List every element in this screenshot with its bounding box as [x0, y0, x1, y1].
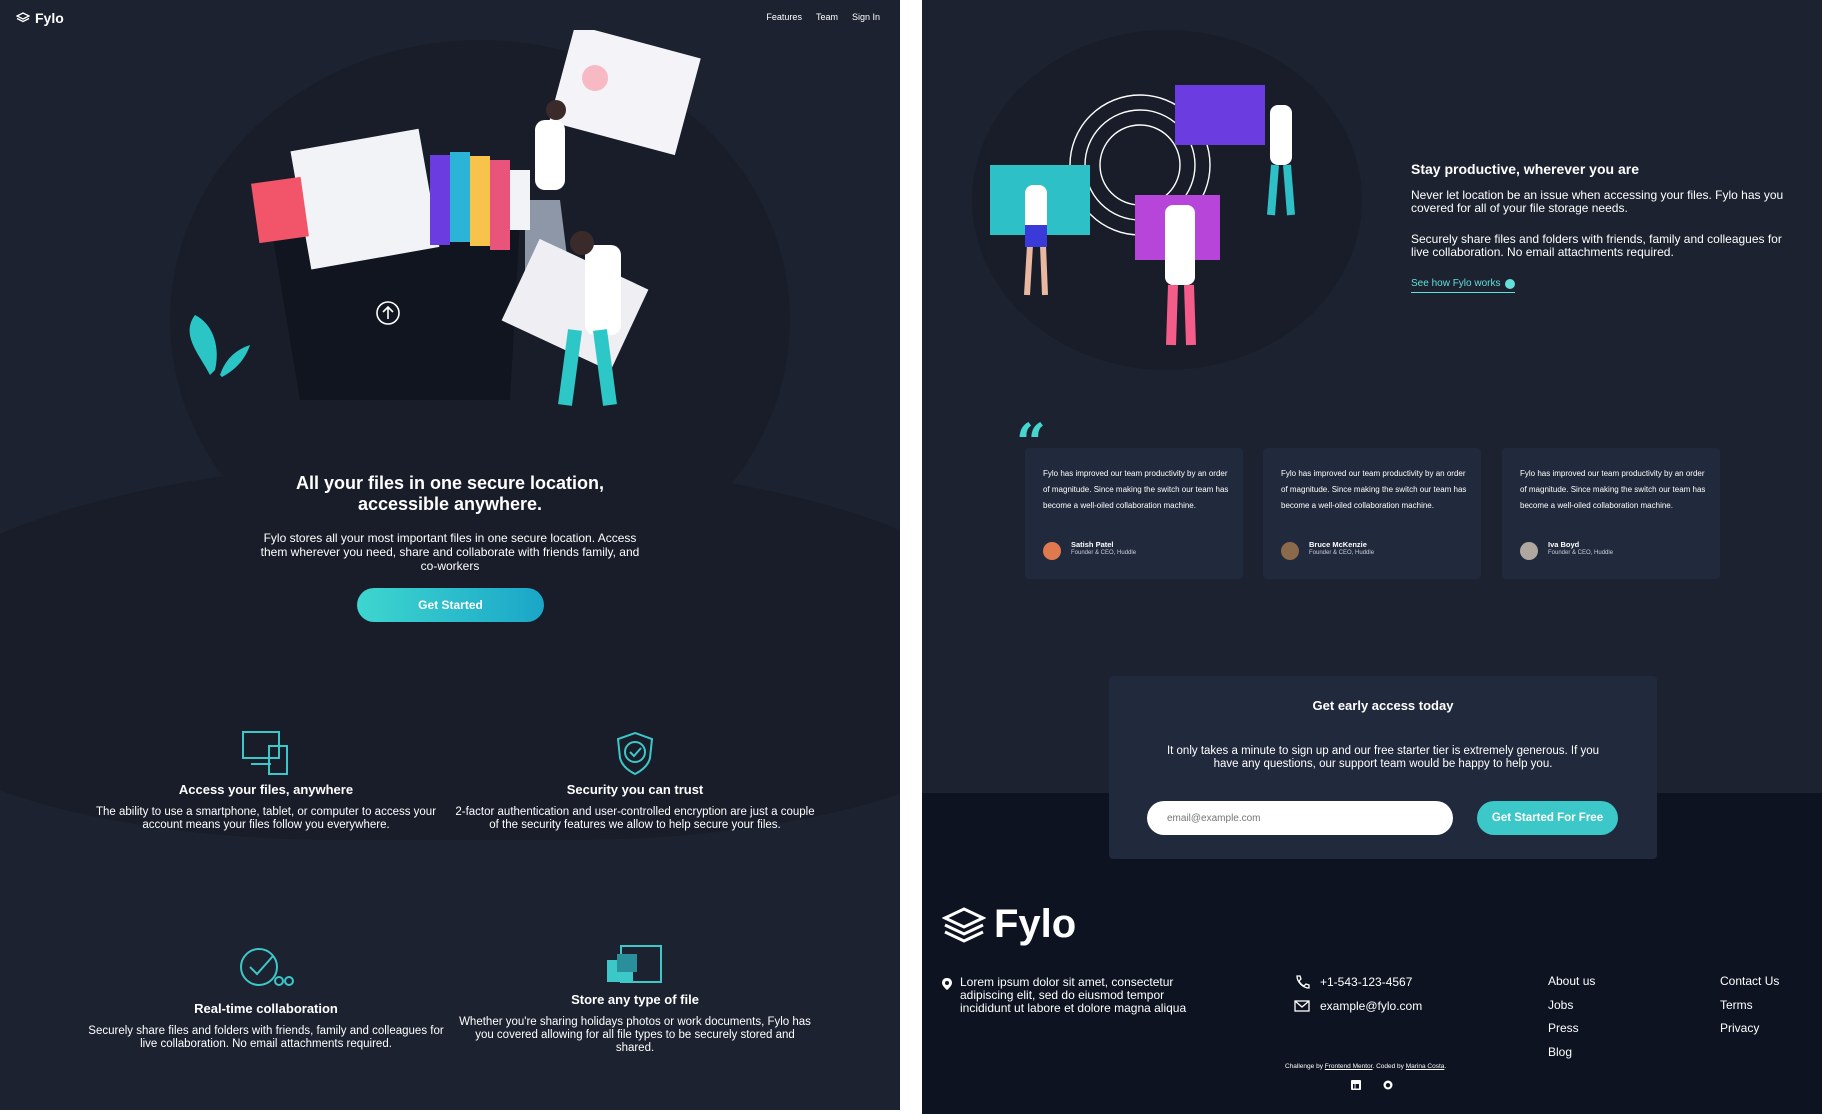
footer-logo[interactable]: Fylo	[942, 902, 1076, 947]
footer-phone[interactable]: +1-543-123-4567	[1294, 975, 1412, 989]
feature-text: Securely share files and folders with fr…	[88, 1025, 444, 1050]
testimonial-name: Iva Boyd	[1548, 540, 1580, 549]
feature-file-types: Store any type of file Whether you're sh…	[455, 940, 815, 1055]
landing-page-top: Fylo Features Team Sign In All your file…	[0, 0, 900, 1110]
attribution: Challenge by Frontend Mentor. Coded by M…	[1285, 1063, 1446, 1070]
feature-title: Store any type of file	[571, 992, 699, 1007]
location-pin-icon	[942, 978, 952, 990]
feature-text: 2-factor authentication and user-control…	[455, 806, 815, 831]
testimonial-text: Fylo has improved our team productivity …	[1520, 469, 1706, 510]
testimonial-card: Fylo has improved our team productivity …	[1025, 448, 1243, 579]
avatar	[1043, 542, 1061, 560]
github-icon[interactable]	[1383, 1080, 1393, 1090]
avatar	[1281, 542, 1299, 560]
testimonial-text: Fylo has improved our team productivity …	[1043, 469, 1229, 510]
feature-security: Security you can trust 2-factor authenti…	[455, 730, 815, 832]
see-how-fylo-works-link[interactable]: See how Fylo works	[1411, 278, 1516, 293]
feature-text: Whether you're sharing holidays photos o…	[459, 1016, 811, 1054]
linkedin-icon[interactable]	[1351, 1080, 1361, 1090]
logo-text: Fylo	[35, 10, 64, 26]
email-address: example@fylo.com	[1320, 999, 1423, 1013]
footer-link-about-us[interactable]: About us	[1548, 974, 1595, 988]
get-started-button[interactable]: Get Started	[357, 588, 544, 622]
avatar	[1520, 542, 1538, 560]
testimonial-name: Bruce McKenzie	[1309, 540, 1367, 549]
testimonial-role: Founder & CEO, Huddle	[1309, 550, 1375, 556]
feature-text: The ability to use a smartphone, tablet,…	[95, 806, 437, 831]
testimonial-name: Satish Patel	[1071, 540, 1114, 549]
hero-title: All your files in one secure location, a…	[295, 473, 605, 514]
footer-address: Lorem ipsum dolor sit amet, consectetur …	[960, 975, 1187, 1015]
phone-number: +1-543-123-4567	[1320, 975, 1413, 989]
email-icon	[1294, 1000, 1310, 1012]
frontend-mentor-link[interactable]: Frontend Mentor	[1325, 1063, 1373, 1070]
collaboration-icon	[240, 948, 294, 986]
email-input[interactable]	[1147, 801, 1453, 835]
footer-link-contact-us[interactable]: Contact Us	[1720, 974, 1779, 988]
testimonial-role: Founder & CEO, Huddle	[1548, 550, 1614, 556]
testimonial-role: Founder & CEO, Huddle	[1071, 550, 1137, 556]
productive-paragraph-1: Never let location be an issue when acce…	[1411, 188, 1784, 215]
link-label: See how Fylo works	[1411, 278, 1501, 289]
get-started-for-free-button[interactable]: Get Started For Free	[1477, 801, 1618, 835]
footer-link-privacy[interactable]: Privacy	[1720, 1021, 1759, 1035]
footer-link-jobs[interactable]: Jobs	[1548, 998, 1573, 1012]
nav-team[interactable]: Team	[816, 12, 838, 22]
feature-title: Security you can trust	[566, 782, 704, 797]
footer-link-press[interactable]: Press	[1548, 1021, 1579, 1035]
layers-logo-icon	[16, 12, 30, 23]
upload-arrow-icon[interactable]	[375, 300, 401, 326]
attribution-suffix: .	[1444, 1063, 1447, 1070]
hero-text: Fylo stores all your most important file…	[260, 531, 640, 573]
early-access-text: It only takes a minute to sign up and ou…	[1166, 745, 1600, 770]
plant-decoration	[189, 315, 250, 377]
productive-illustration	[990, 85, 1295, 346]
feature-title: Access your files, anywhere	[178, 782, 354, 797]
author-link[interactable]: Marina Costa	[1406, 1063, 1445, 1070]
devices-icon	[242, 731, 288, 775]
footer-link-blog[interactable]: Blog	[1548, 1045, 1572, 1059]
footer-link-terms[interactable]: Terms	[1720, 998, 1753, 1012]
header-logo[interactable]: Fylo	[16, 10, 64, 26]
testimonial-card: Fylo has improved our team productivity …	[1502, 448, 1720, 579]
feature-title: Real-time collaboration	[194, 1001, 338, 1016]
layers-logo-icon	[942, 906, 986, 943]
early-access-title: Get early access today	[1312, 698, 1454, 713]
phone-icon	[1296, 975, 1310, 989]
testimonial-card: Fylo has improved our team productivity …	[1263, 448, 1481, 579]
footer-logo-text: Fylo	[994, 902, 1077, 946]
feature-access: Access your files, anywhere The ability …	[86, 730, 446, 832]
top-nav: Features Team Sign In	[766, 12, 880, 22]
files-icon	[607, 945, 662, 983]
attribution-mid: . Coded by	[1372, 1063, 1404, 1070]
hero-illustration	[251, 30, 701, 406]
early-access-box: Get early access today It only takes a m…	[1109, 676, 1657, 859]
productive-title: Stay productive, wherever you are	[1411, 161, 1639, 177]
shield-check-icon	[616, 731, 654, 776]
productive-paragraph-2: Securely share files and folders with fr…	[1411, 232, 1782, 259]
nav-sign-in[interactable]: Sign In	[852, 12, 880, 22]
nav-features[interactable]: Features	[766, 12, 802, 22]
footer-email[interactable]: example@fylo.com	[1294, 999, 1422, 1013]
attribution-prefix: Challenge by	[1285, 1063, 1323, 1070]
feature-collaboration: Real-time collaboration Securely share f…	[86, 945, 446, 1051]
arrow-circle-icon	[1505, 278, 1516, 289]
testimonial-text: Fylo has improved our team productivity …	[1281, 469, 1467, 510]
